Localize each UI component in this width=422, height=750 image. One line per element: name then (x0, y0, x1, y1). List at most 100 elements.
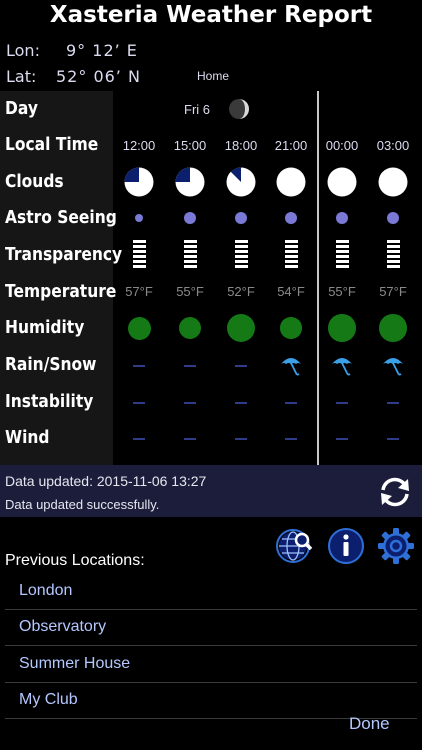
status-bar: Data updated: 2015-11-06 13:27 Data upda… (0, 465, 422, 517)
wind-dash (285, 438, 297, 440)
cloud-cover-icon (327, 167, 357, 197)
lon-value: 9° 12’ E (66, 41, 138, 60)
transparency-bar (184, 265, 197, 268)
row-label-humidity: Humidity (5, 317, 85, 338)
humidity-dot (379, 314, 407, 342)
location-item-label: My Club (19, 691, 78, 708)
transparency-bar (387, 245, 400, 248)
cloud-cover-icon (124, 167, 154, 197)
row-label-instability: Instability (5, 391, 94, 412)
transparency-bar (184, 250, 197, 253)
transparency-bar (133, 255, 146, 258)
globe-search-icon[interactable] (276, 527, 314, 565)
transparency-bar (184, 245, 197, 248)
rain-dash (133, 365, 145, 367)
transparency-bar (336, 265, 349, 268)
transparency-bar (387, 250, 400, 253)
transparency-bar (285, 255, 298, 258)
cloud-cover-icon (175, 167, 205, 197)
humidity-dot (280, 317, 302, 339)
seeing-dot (285, 212, 297, 224)
wind-dash (387, 438, 399, 440)
info-icon[interactable] (327, 527, 365, 565)
umbrella-icon (281, 358, 301, 376)
gear-icon[interactable] (377, 527, 415, 565)
transparency-bar (387, 255, 400, 258)
seeing-dot (184, 212, 196, 224)
transparency-bar (387, 265, 400, 268)
transparency-bar (336, 255, 349, 258)
lat-label: Lat: (6, 67, 37, 86)
transparency-bar (285, 240, 298, 243)
instability-dash (285, 402, 297, 404)
wind-dash (184, 438, 196, 440)
seeing-dot (387, 212, 399, 224)
seeing-dot (336, 212, 348, 224)
row-label-astro-seeing: Astro Seeing (5, 207, 117, 228)
transparency-bar (235, 245, 248, 248)
instability-dash (387, 402, 399, 404)
location-name: Home (197, 69, 230, 83)
location-item-label: London (19, 582, 73, 599)
local-time-cell: 03:00 (376, 138, 410, 153)
data-updated-time: Data updated: 2015-11-06 13:27 (5, 473, 207, 489)
done-button[interactable]: Done (349, 714, 390, 734)
previous-locations-label: Previous Locations: (5, 552, 145, 569)
rain-dash (184, 365, 196, 367)
instability-dash (235, 402, 247, 404)
cloud-cover-icon (276, 167, 306, 197)
transparency-bar (184, 255, 197, 258)
transparency-bar (133, 265, 146, 268)
transparency-bar (235, 250, 248, 253)
cloud-cover-icon (226, 167, 256, 197)
location-item-summer-house[interactable]: Summer House (5, 647, 417, 683)
transparency-bar (235, 240, 248, 243)
transparency-bar (285, 250, 298, 253)
transparency-bar (184, 260, 197, 263)
lat-value: 52° 06’ N (56, 67, 141, 86)
transparency-bar (133, 260, 146, 263)
row-label-rain-snow: Rain/Snow (5, 354, 97, 375)
seeing-dot (135, 214, 143, 222)
transparency-bar (387, 240, 400, 243)
wind-dash (235, 438, 247, 440)
seeing-dot (235, 212, 247, 224)
day-value: Fri 6 (184, 102, 210, 117)
row-label-day: Day (5, 98, 38, 119)
location-item-observatory[interactable]: Observatory (5, 610, 417, 646)
refresh-icon[interactable] (378, 475, 412, 509)
wind-dash (133, 438, 145, 440)
transparency-bar (336, 245, 349, 248)
umbrella-icon (332, 358, 352, 376)
moon-phase-icon (229, 99, 249, 119)
instability-dash (133, 402, 145, 404)
humidity-dot (328, 314, 356, 342)
location-item-london[interactable]: London (5, 574, 417, 610)
row-label-transparency: Transparency (5, 244, 123, 265)
transparency-bar (133, 240, 146, 243)
status-message: Data updated successfully. (5, 497, 160, 512)
instability-dash (336, 402, 348, 404)
transparency-bar (235, 260, 248, 263)
transparency-bar (336, 260, 349, 263)
transparency-bar (336, 240, 349, 243)
transparency-bar (387, 260, 400, 263)
app-title: Xasteria Weather Report (49, 2, 373, 28)
transparency-bar (235, 255, 248, 258)
row-label-temperature: Temperature (5, 281, 117, 302)
transparency-bar (285, 245, 298, 248)
wind-dash (336, 438, 348, 440)
transparency-bar (285, 265, 298, 268)
transparency-bar (133, 250, 146, 253)
humidity-dot (127, 316, 151, 340)
row-label-local-time: Local Time (5, 134, 99, 155)
instability-dash (184, 402, 196, 404)
lon-label: Lon: (6, 41, 40, 60)
row-label-wind: Wind (5, 427, 50, 448)
humidity-dot (227, 314, 255, 342)
temperature-cell: 57°F (379, 284, 407, 299)
umbrella-icon (383, 358, 403, 376)
cloud-cover-icon (378, 167, 408, 197)
location-item-label: Observatory (19, 618, 107, 635)
row-label-clouds: Clouds (5, 171, 64, 192)
